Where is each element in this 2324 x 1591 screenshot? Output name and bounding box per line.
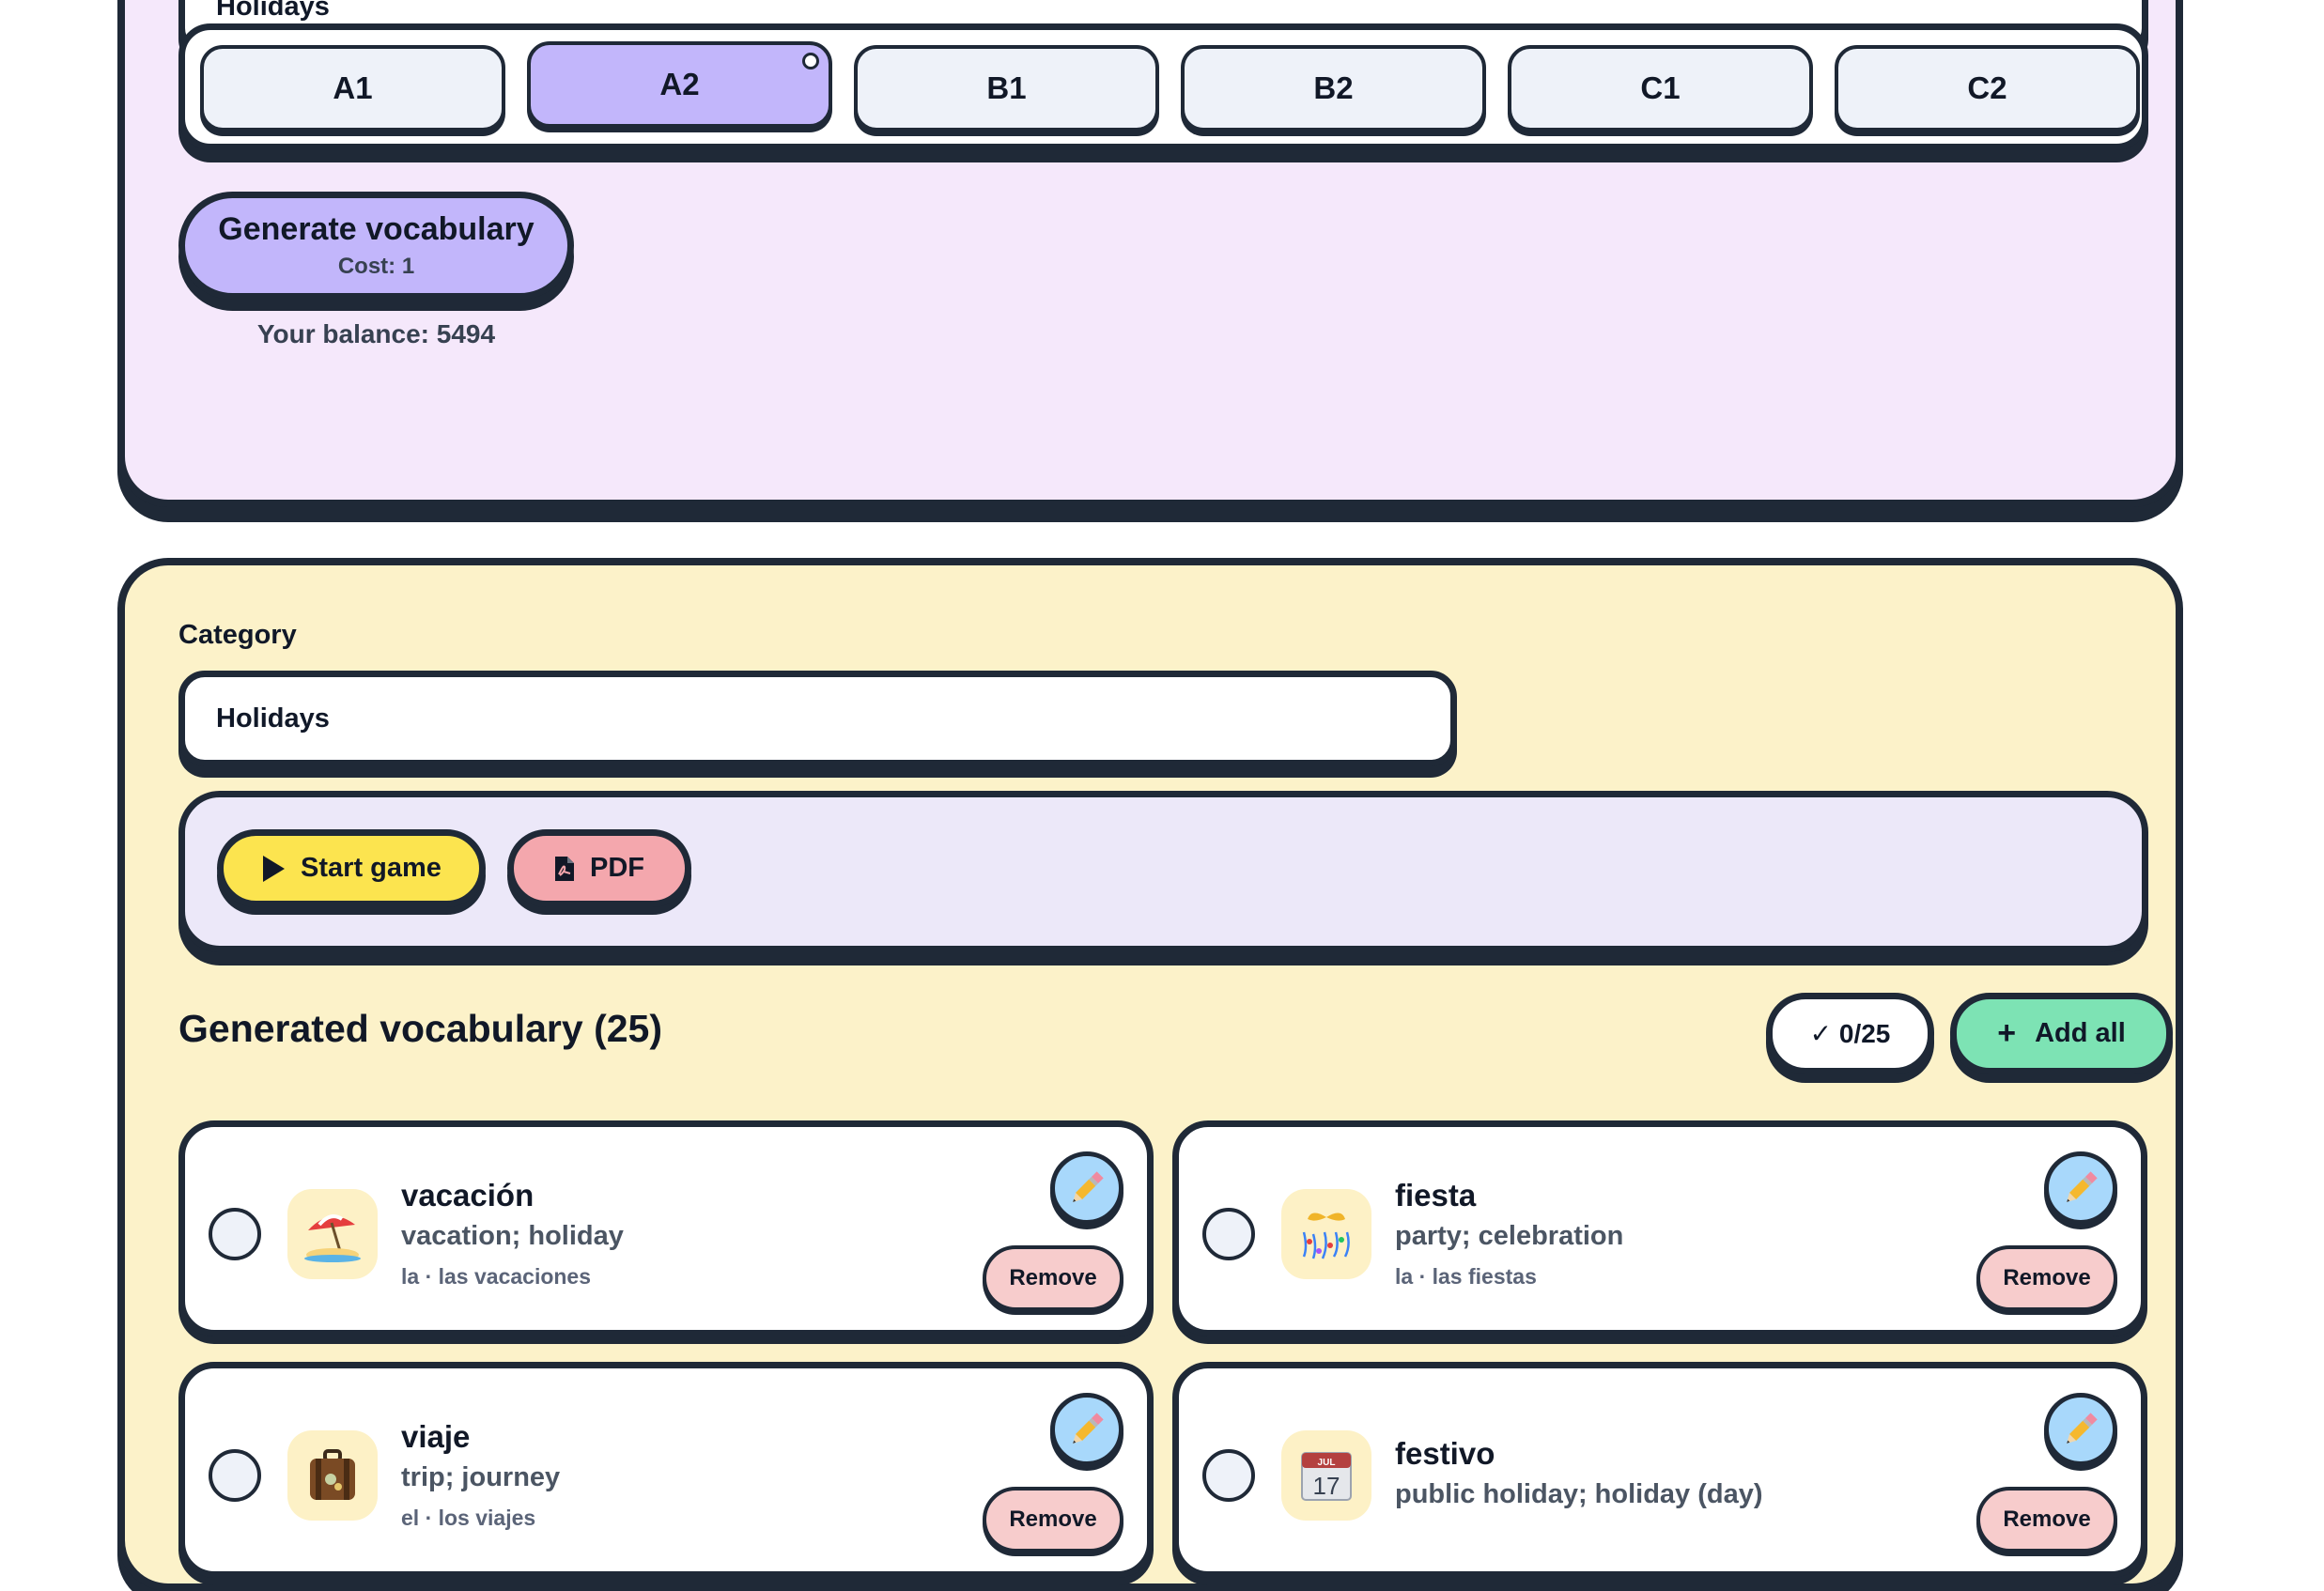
vocabulary-title: Generated vocabulary (25) — [178, 1007, 662, 1050]
pencil-icon — [2067, 1171, 2098, 1202]
selected-count-label: ✓ 0/25 — [1809, 1019, 1891, 1048]
svg-text:JUL: JUL — [1318, 1458, 1336, 1468]
remove-label: Remove — [1009, 1265, 1097, 1290]
level-b1-button[interactable]: B1 — [854, 45, 1159, 131]
calendar-icon: JUL 17 — [1281, 1430, 1371, 1521]
select-radio[interactable] — [209, 1208, 261, 1260]
remove-button[interactable]: Remove — [1976, 1487, 2117, 1552]
card-word: vacación — [401, 1178, 535, 1213]
edit-button[interactable] — [1050, 1151, 1123, 1225]
select-radio[interactable] — [1202, 1208, 1255, 1260]
svg-text:17: 17 — [1313, 1472, 1340, 1500]
party-popper-icon — [1281, 1189, 1371, 1279]
level-label: C1 — [1640, 70, 1681, 105]
pencil-icon — [1073, 1413, 1104, 1444]
select-radio[interactable] — [209, 1449, 261, 1502]
level-c1-button[interactable]: C1 — [1508, 45, 1813, 131]
results-panel: Category Holidays Start game PDF Generat… — [117, 558, 2183, 1591]
pencil-icon — [2067, 1413, 2098, 1444]
category-input[interactable]: Holidays — [178, 671, 1457, 766]
generate-label: Generate vocabulary — [218, 211, 535, 247]
level-b2-button[interactable]: B2 — [1181, 45, 1486, 131]
vocab-card: JUL 17 festivo public holiday; holiday (… — [1172, 1362, 2147, 1578]
level-label: C2 — [1967, 70, 2007, 105]
card-word: fiesta — [1395, 1178, 1477, 1213]
level-a1-button[interactable]: A1 — [200, 45, 505, 131]
selected-indicator-icon — [802, 53, 819, 70]
card-meaning: party; celebration — [1395, 1221, 1624, 1251]
vocab-card: vacación vacation; holiday la · las vaca… — [178, 1120, 1154, 1336]
add-all-label: Add all — [2035, 1018, 2126, 1048]
balance-text: Your balance: 5494 — [256, 319, 496, 348]
start-game-button[interactable]: Start game — [217, 829, 486, 907]
generate-vocabulary-button[interactable]: Generate vocabulary Cost: 1 — [178, 192, 574, 300]
suitcase-icon — [287, 1430, 378, 1521]
card-forms: la · las vacaciones — [401, 1264, 592, 1289]
level-label: B1 — [986, 70, 1027, 105]
level-c2-button[interactable]: C2 — [1835, 45, 2140, 131]
beach-umbrella-icon — [287, 1189, 378, 1279]
card-word: viaje — [401, 1419, 471, 1454]
card-forms: la · las fiestas — [1395, 1264, 1537, 1289]
cost-label: Cost: 1 — [337, 254, 415, 279]
pdf-file-icon — [555, 856, 574, 881]
remove-label: Remove — [1009, 1506, 1097, 1532]
actions-bar: Start game PDF — [178, 791, 2148, 952]
card-meaning: trip; journey — [401, 1462, 561, 1492]
topic-input-value: Holidays — [216, 0, 330, 22]
plus-icon: + — [1997, 1015, 2017, 1051]
start-game-label: Start game — [301, 853, 442, 883]
remove-label: Remove — [2003, 1506, 2091, 1532]
vocab-card: fiesta party; celebration la · las fiest… — [1172, 1120, 2147, 1336]
level-selector: A1 A2 B1 B2 C1 C2 — [178, 23, 2148, 150]
add-all-button[interactable]: + Add all — [1950, 993, 2173, 1074]
pdf-label: PDF — [590, 853, 644, 883]
card-meaning: public holiday; holiday (day) — [1395, 1479, 1763, 1509]
category-label: Category — [178, 620, 297, 650]
selected-count-button[interactable]: ✓ 0/25 — [1766, 993, 1934, 1074]
vocab-card: viaje trip; journey el · los viajes Remo… — [178, 1362, 1154, 1578]
category-input-value: Holidays — [216, 703, 330, 734]
level-label: A1 — [333, 70, 373, 105]
pencil-icon — [1073, 1171, 1104, 1202]
card-word: festivo — [1395, 1436, 1495, 1471]
remove-label: Remove — [2003, 1265, 2091, 1290]
remove-button[interactable]: Remove — [983, 1487, 1123, 1552]
level-label: A2 — [659, 67, 700, 101]
remove-button[interactable]: Remove — [1976, 1245, 2117, 1311]
edit-button[interactable] — [2044, 1393, 2117, 1466]
card-forms: el · los viajes — [401, 1506, 536, 1530]
level-label: B2 — [1313, 70, 1354, 105]
select-radio[interactable] — [1202, 1449, 1255, 1502]
play-icon — [263, 855, 286, 882]
pdf-button[interactable]: PDF — [507, 829, 691, 907]
level-a2-button[interactable]: A2 — [527, 41, 832, 128]
generator-panel: Holidays A1 A2 B1 B2 C1 C2 Generate voca… — [117, 0, 2183, 507]
edit-button[interactable] — [2044, 1151, 2117, 1225]
card-meaning: vacation; holiday — [401, 1221, 624, 1251]
edit-button[interactable] — [1050, 1393, 1123, 1466]
remove-button[interactable]: Remove — [983, 1245, 1123, 1311]
